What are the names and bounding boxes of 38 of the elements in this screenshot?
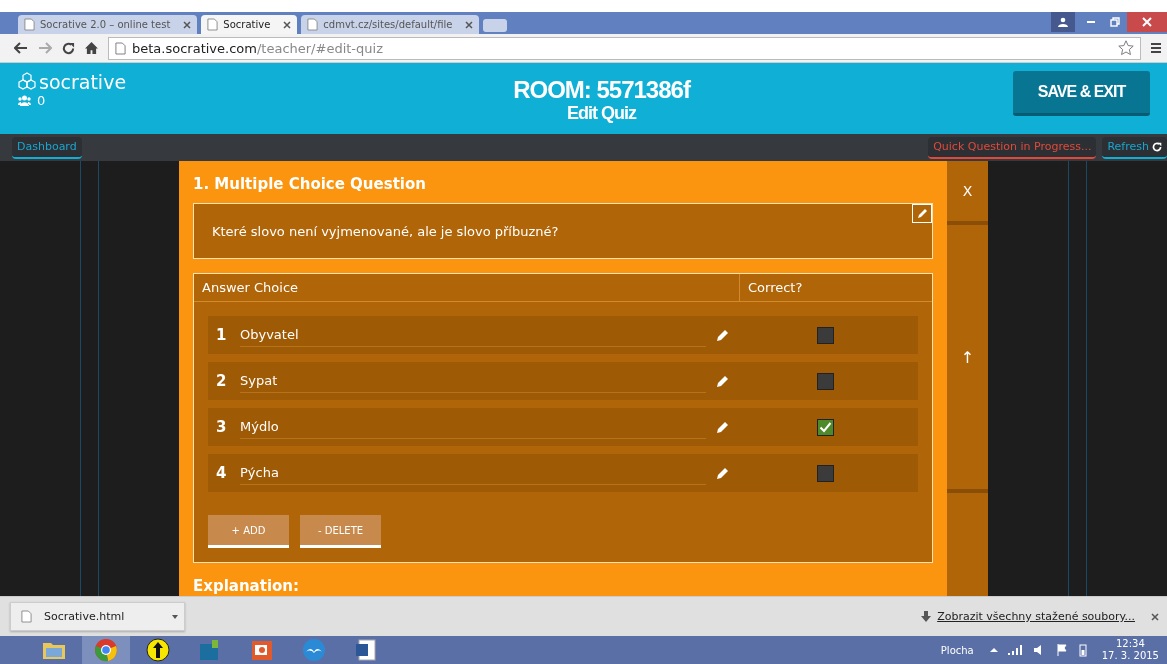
student-count: 0 bbox=[37, 93, 46, 108]
refresh-button[interactable]: Refresh bbox=[1102, 136, 1167, 159]
download-item[interactable]: Socrative.html bbox=[10, 602, 185, 631]
dashboard-button[interactable]: Dashboard bbox=[12, 136, 82, 159]
tab-title: Socrative 2.0 – online test bbox=[40, 19, 171, 30]
delete-button[interactable]: - DELETE bbox=[300, 515, 381, 548]
browser-tab[interactable]: cdmvt.cz/sites/default/file bbox=[301, 15, 480, 34]
answer-text[interactable]: Mýdlo bbox=[240, 415, 706, 439]
save-exit-button[interactable]: SAVE & EXIT bbox=[1013, 71, 1150, 116]
explanation-label: Explanation: bbox=[193, 577, 301, 595]
clock-date: 17. 3. 2015 bbox=[1101, 650, 1159, 662]
question-title: 1. Multiple Choice Question bbox=[193, 175, 427, 193]
answer-text[interactable]: Obyvatel bbox=[240, 323, 706, 347]
add-button[interactable]: + ADD bbox=[208, 515, 289, 548]
question-text-field[interactable]: Které slovo není vyjmenované, ale je slovo příbuzné? bbox=[193, 203, 933, 259]
column-header: Answer Choice bbox=[194, 274, 740, 301]
url-text: beta.socrative.com/teacher/#edit-quiz bbox=[132, 40, 383, 56]
tab-title: Socrative bbox=[223, 19, 271, 30]
address-field[interactable]: beta.socrative.com/teacher/#edit-quiz bbox=[108, 36, 1141, 60]
answer-number: 1 bbox=[216, 326, 228, 344]
quick-question-button[interactable]: Quick Question in Progress... bbox=[928, 136, 1097, 159]
browser-tab[interactable]: Socrative 2.0 – online test bbox=[18, 15, 198, 34]
answer-number: 3 bbox=[216, 418, 228, 436]
browser-tab[interactable]: Socrative bbox=[201, 15, 298, 34]
answer-text[interactable]: Pýcha bbox=[240, 461, 706, 485]
answer-text[interactable]: Sypat bbox=[240, 369, 706, 393]
page-subtitle: Edit Quiz bbox=[566, 103, 638, 123]
desktop-label[interactable]: Plocha bbox=[940, 644, 974, 656]
question-text: Které slovo není vyjmenované, ale je slovo příbuzné? bbox=[212, 223, 559, 239]
column-header: Correct? bbox=[747, 279, 804, 297]
logo-text: socrative bbox=[39, 71, 127, 93]
clock-time: 12:34 bbox=[1115, 638, 1145, 650]
tab-title: cdmvt.cz/sites/default/file bbox=[323, 19, 453, 30]
show-all-downloads-link[interactable]: Zobrazit všechny stažené soubory... bbox=[937, 610, 1135, 623]
answer-number: 2 bbox=[216, 372, 228, 390]
file-name: Socrative.html bbox=[44, 610, 125, 623]
room-title: ROOM: 5571386f bbox=[512, 77, 692, 103]
answer-number: 4 bbox=[216, 464, 228, 482]
